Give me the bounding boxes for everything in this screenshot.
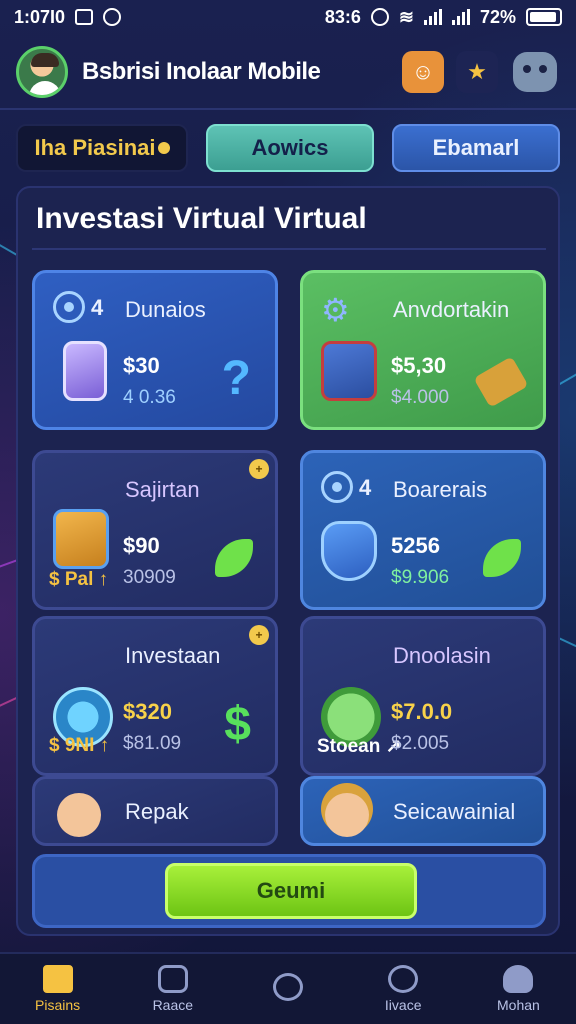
card-value: $30 bbox=[123, 353, 160, 378]
nav-item-face[interactable]: Iivace bbox=[346, 954, 461, 1024]
coin-badge-icon: + bbox=[249, 459, 269, 479]
card-title: Sajirtan bbox=[125, 477, 200, 502]
bot-icon bbox=[513, 52, 557, 92]
header-actions: ☺ ★ bbox=[402, 51, 560, 93]
avatar[interactable] bbox=[16, 46, 68, 98]
card-subvalue: $4.000 bbox=[391, 387, 450, 408]
investment-card[interactable]: 4 Dunaios $30 4 0.36 ? bbox=[32, 270, 278, 430]
card-count: 4 bbox=[359, 475, 372, 500]
investment-panel: Investasi Virtual Virtual 4 Dunaios $30 … bbox=[16, 186, 560, 936]
panel-title: Investasi Virtual Virtual bbox=[36, 202, 367, 235]
card-count: 4 bbox=[91, 295, 104, 320]
card-value: $5,30 bbox=[391, 353, 447, 378]
nav-item-chat[interactable]: Raace bbox=[115, 954, 230, 1024]
card-value: $320 bbox=[123, 699, 172, 724]
home-icon bbox=[42, 965, 73, 993]
nav-item-wallet[interactable] bbox=[230, 954, 345, 1024]
investment-card[interactable]: 4 Boarerais 5256 $9.906 bbox=[300, 450, 546, 610]
card-subvalue: 4 0.36 bbox=[123, 387, 176, 408]
card-title: Seicawainial bbox=[393, 799, 516, 824]
wallet-icon bbox=[273, 973, 303, 1001]
profile-button[interactable]: ☺ bbox=[402, 51, 444, 93]
wifi-icon: ≋ bbox=[398, 6, 414, 27]
investment-card[interactable]: ⚙ Anvdortakin $5,30 $4.000 bbox=[300, 270, 546, 430]
card-title: Dunaios bbox=[125, 297, 206, 322]
nav-label: Pisains bbox=[35, 997, 81, 1013]
folder-icon bbox=[53, 509, 109, 569]
status-bar: 1:07I0 83:6 ≋ 72% bbox=[0, 0, 576, 34]
card-value: 5256 bbox=[391, 533, 440, 558]
target-icon bbox=[321, 471, 353, 503]
investment-card[interactable]: Repak bbox=[32, 776, 278, 846]
investment-card[interactable]: Dnoolasin $7.0.0 Stoean ↗ $2.005 bbox=[300, 616, 546, 776]
card-title: Investaan bbox=[125, 643, 221, 668]
star-icon: ★ bbox=[467, 59, 487, 84]
tab-aowics[interactable]: Aowics bbox=[206, 124, 374, 172]
alarm-icon bbox=[370, 8, 389, 26]
investment-card[interactable]: + Investaan $320 $ 9NI ↑ $81.09 $ bbox=[32, 616, 278, 776]
woman-icon bbox=[325, 793, 369, 837]
tab-label: Ebamarl bbox=[432, 135, 520, 160]
leaf-icon bbox=[483, 539, 521, 577]
tab-label: Aowics bbox=[251, 135, 329, 160]
card-trend: $ Pal ↑ bbox=[49, 569, 109, 590]
message-icon bbox=[75, 9, 94, 25]
phone-icon bbox=[63, 341, 107, 401]
signal-icon-2 bbox=[451, 9, 470, 25]
battery-percent: 72% bbox=[479, 6, 516, 27]
card-trend: Stoean ↗ bbox=[317, 736, 402, 757]
dollar-icon: $ bbox=[224, 698, 251, 751]
nav-label: Mohan bbox=[497, 997, 540, 1013]
card-title: Dnoolasin bbox=[393, 643, 491, 668]
leaf-icon bbox=[215, 539, 253, 577]
help-icon: ? bbox=[221, 352, 251, 405]
card-value: $90 bbox=[123, 533, 160, 558]
investment-card[interactable]: Seicawainial bbox=[300, 776, 546, 846]
card-subvalue: 30909 bbox=[123, 567, 176, 588]
app-title: Bsbrisi Inolaar Mobile bbox=[82, 58, 321, 85]
status-time-right: 83:6 bbox=[324, 6, 361, 27]
app-header: Bsbrisi Inolaar Mobile ☺ ★ bbox=[0, 36, 576, 110]
card-title: Anvdortakin bbox=[393, 297, 510, 322]
assistant-button[interactable] bbox=[510, 51, 560, 93]
bottom-nav: Pisains Raace Iivace Mohan bbox=[0, 952, 576, 1024]
card-subvalue: $2.005 bbox=[391, 733, 450, 754]
documents-icon bbox=[321, 341, 377, 401]
hammer-icon bbox=[473, 356, 529, 408]
tab-label: Iha Piasinai bbox=[34, 135, 156, 160]
card-title: Boarerais bbox=[393, 477, 488, 502]
battery-icon bbox=[526, 8, 562, 26]
favorites-button[interactable]: ★ bbox=[456, 51, 498, 93]
profile-icon: ☺ bbox=[411, 59, 435, 84]
tab-ebamarl[interactable]: Ebamarl bbox=[392, 124, 560, 172]
signal-icon bbox=[423, 9, 442, 25]
card-subvalue: $9.906 bbox=[391, 567, 450, 588]
action-bar: Geumi bbox=[32, 854, 546, 928]
card-value: $7.0.0 bbox=[391, 699, 453, 724]
face-icon bbox=[388, 965, 419, 993]
investment-card[interactable]: + Sajirtan $90 $ Pal ↑ 30909 bbox=[32, 450, 278, 610]
nav-item-profile[interactable]: Mohan bbox=[461, 954, 576, 1024]
primary-action-button[interactable]: Geumi bbox=[165, 863, 417, 919]
card-trend: $ 9NI ↑ bbox=[49, 735, 110, 756]
tab-badge-icon bbox=[157, 142, 170, 154]
card-subvalue: $81.09 bbox=[123, 733, 182, 754]
target-icon bbox=[53, 291, 85, 323]
nav-item-home[interactable]: Pisains bbox=[0, 954, 115, 1024]
gear-icon: ⚙ bbox=[321, 292, 350, 328]
status-time: 1:07I0 bbox=[14, 6, 66, 27]
card-title: Repak bbox=[125, 799, 189, 824]
divider bbox=[32, 248, 546, 250]
tab-iha-piasinai[interactable]: Iha Piasinai bbox=[16, 124, 188, 172]
user-icon bbox=[503, 965, 534, 993]
tab-bar: Iha Piasinai Aowics Ebamarl bbox=[16, 124, 560, 174]
nav-label: Iivace bbox=[384, 997, 422, 1013]
person-icon bbox=[57, 793, 101, 837]
notification-icon bbox=[103, 8, 122, 26]
coin-badge-icon: + bbox=[249, 625, 269, 645]
nav-label: Raace bbox=[152, 997, 194, 1013]
chat-icon bbox=[157, 965, 188, 993]
shield-icon bbox=[321, 521, 377, 581]
